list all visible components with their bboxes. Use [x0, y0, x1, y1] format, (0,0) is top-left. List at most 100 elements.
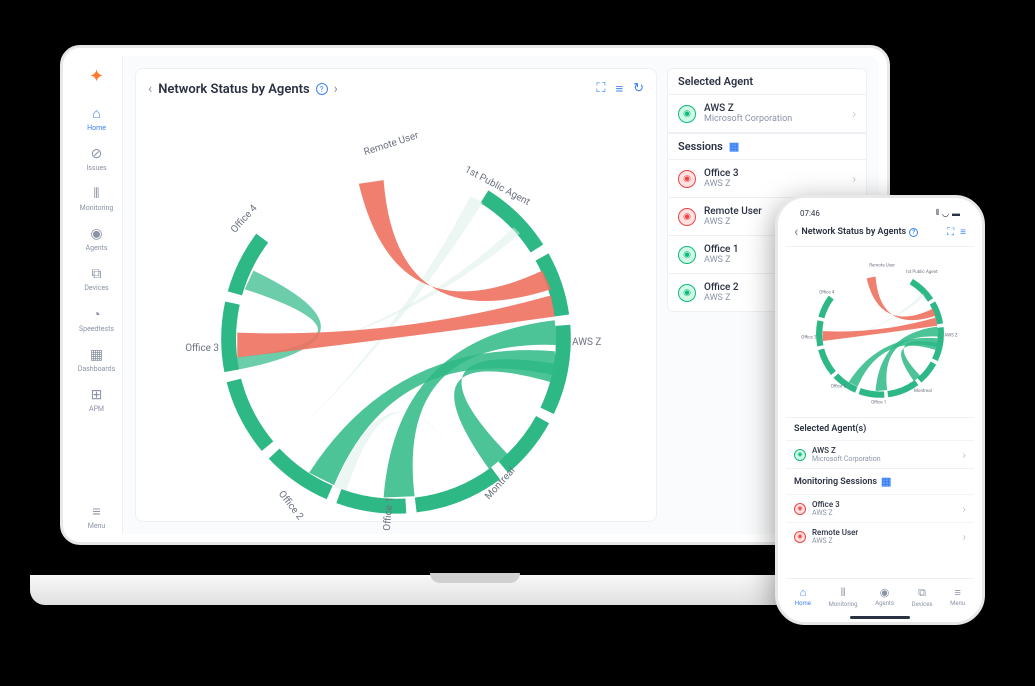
chart-view-icon[interactable]: ▦	[881, 475, 891, 488]
status-dot-icon: ◉	[794, 503, 806, 515]
phone-chord-diagram[interactable]: Remote User 1st Public Agent AWS Z Montr…	[786, 247, 974, 417]
svg-text:Office 1: Office 1	[871, 399, 886, 406]
status-dot-icon: ◉	[678, 284, 696, 302]
nav-monitoring[interactable]: ⫴Monitoring	[829, 586, 858, 608]
agent-name: AWS Z	[704, 103, 844, 114]
sidebar-item-issues[interactable]: ⊘Issues	[71, 142, 122, 176]
agent-sub: Microsoft Corporation	[704, 114, 844, 124]
phone-bottom-nav: ⌂Home ⫴Monitoring ◉Agents ⧉Devices ≡Menu	[786, 578, 974, 614]
devices-icon: ⧉	[918, 586, 926, 600]
filter-icon[interactable]: ≡	[616, 81, 624, 97]
chart-title: Network Status by Agents	[158, 82, 309, 97]
agents-icon: ◉	[90, 226, 102, 242]
sidebar-item-speedtests[interactable]: ◔Speedtests	[71, 302, 122, 337]
phone-frame: 07:46 ⫴ ◡ ▬ ‹ Network Status by Agents ?…	[775, 195, 985, 625]
svg-text:Remote User: Remote User	[869, 263, 895, 269]
chevron-right-icon: ›	[962, 530, 966, 544]
session-card[interactable]: ◉ Office 3AWS Z ›	[667, 160, 867, 198]
phone-content: ‹ Network Status by Agents ? ⛶ ≡ R	[786, 218, 974, 576]
issues-icon: ⊘	[91, 146, 103, 162]
monitoring-icon: ⫴	[841, 586, 846, 600]
info-icon[interactable]: ?	[909, 228, 918, 237]
sidebar-item-menu[interactable]: ≡Menu	[71, 499, 122, 534]
refresh-icon[interactable]: ↻	[633, 81, 644, 97]
svg-text:1st Public Agent: 1st Public Agent	[905, 269, 938, 275]
nav-menu[interactable]: ≡Menu	[950, 586, 965, 607]
status-dot-icon: ◉	[678, 246, 696, 264]
status-dot-icon: ◉	[678, 105, 696, 123]
laptop-screen: ✦ ⌂Home ⊘Issues ⫴Monitoring ◉Agents ⧉Dev…	[60, 45, 890, 545]
home-icon: ⌂	[800, 586, 807, 599]
signal-icon: ⫴	[936, 208, 939, 218]
selected-agents-header: Selected Agent(s)	[786, 418, 974, 440]
laptop-notch	[430, 573, 520, 583]
chevron-right-icon: ›	[962, 502, 966, 516]
sidebar-item-devices[interactable]: ⧉Devices	[71, 262, 122, 296]
svg-text:Office 3: Office 3	[801, 333, 817, 340]
session-row[interactable]: ◉ Remote UserAWS Z ›	[786, 522, 974, 550]
status-dot-icon: ◉	[678, 208, 696, 226]
phone-notch	[845, 202, 915, 216]
speedtest-icon: ◔	[92, 306, 100, 323]
app-logo: ✦	[89, 66, 104, 87]
sessions-header: Sessions ▦	[667, 133, 867, 160]
filter-icon[interactable]: ≡	[960, 227, 966, 238]
nav-devices[interactable]: ⧉Devices	[912, 586, 933, 608]
prev-chart-button[interactable]: ‹	[148, 81, 152, 97]
agents-icon: ◉	[880, 586, 890, 599]
node-label: Office 2	[276, 489, 306, 523]
chevron-right-icon: ›	[852, 107, 856, 121]
status-time: 07:46	[800, 209, 820, 218]
chart-panel: ‹ Network Status by Agents ? › ⛶ ≡ ↻	[135, 68, 657, 522]
sidebar-item-home[interactable]: ⌂Home	[71, 101, 122, 136]
monitoring-icon: ⫴	[94, 186, 100, 202]
phone-header: ‹ Network Status by Agents ? ⛶ ≡	[786, 218, 974, 247]
wifi-icon: ◡	[942, 209, 949, 218]
chart-header: ‹ Network Status by Agents ? › ⛶ ≡ ↻	[148, 81, 644, 97]
sidebar: ✦ ⌂Home ⊘Issues ⫴Monitoring ◉Agents ⧉Dev…	[71, 56, 123, 534]
home-icon: ⌂	[92, 105, 100, 122]
apm-icon: ⊞	[91, 387, 103, 403]
nav-home[interactable]: ⌂Home	[795, 586, 811, 607]
node-label: AWS Z	[572, 337, 601, 348]
home-indicator	[850, 616, 910, 619]
status-dot-icon: ◉	[794, 449, 806, 461]
session-row[interactable]: ◉ Office 3AWS Z ›	[786, 494, 974, 522]
prev-chart-button[interactable]: ‹	[794, 224, 798, 240]
status-dot-icon: ◉	[794, 531, 806, 543]
sidebar-item-dashboards[interactable]: ▦Dashboards	[71, 343, 122, 377]
selected-agent-header: Selected Agent	[667, 68, 867, 95]
svg-text:Office 4: Office 4	[819, 289, 835, 296]
node-label: Remote User	[363, 130, 421, 158]
node-label: Office 3	[185, 343, 219, 354]
info-icon[interactable]: ?	[316, 83, 328, 95]
chord-diagram[interactable]: Remote User 1st Public Agent AWS Z Montr…	[148, 97, 644, 534]
battery-icon: ▬	[952, 209, 960, 218]
laptop-frame: ✦ ⌂Home ⊘Issues ⫴Monitoring ◉Agents ⧉Dev…	[60, 45, 890, 605]
status-dot-icon: ◉	[678, 170, 696, 188]
nav-agents[interactable]: ◉Agents	[875, 586, 894, 607]
selected-agent-card[interactable]: ◉ AWS Z Microsoft Corporation ›	[667, 95, 867, 133]
chart-view-icon[interactable]: ▦	[729, 140, 739, 153]
app-window: ✦ ⌂Home ⊘Issues ⫴Monitoring ◉Agents ⧉Dev…	[71, 56, 879, 534]
devices-icon: ⧉	[92, 266, 102, 282]
sidebar-item-agents[interactable]: ◉Agents	[71, 222, 122, 256]
chevron-right-icon: ›	[962, 448, 966, 462]
sidebar-item-apm[interactable]: ⊞APM	[71, 383, 122, 417]
expand-icon[interactable]: ⛶	[596, 81, 605, 97]
svg-text:AWS Z: AWS Z	[944, 332, 957, 338]
sidebar-item-monitoring[interactable]: ⫴Monitoring	[71, 182, 122, 216]
next-chart-button[interactable]: ›	[334, 81, 338, 97]
svg-text:Montreal: Montreal	[914, 388, 932, 394]
phone-monitoring-sessions: Monitoring Sessions ▦ ◉ Office 3AWS Z › …	[786, 468, 974, 550]
menu-icon: ≡	[92, 503, 100, 520]
dashboard-icon: ▦	[90, 347, 103, 363]
chevron-right-icon: ›	[852, 172, 856, 186]
node-label: Office 4	[229, 203, 260, 236]
main-content: ‹ Network Status by Agents ? › ⛶ ≡ ↻	[123, 56, 879, 534]
menu-icon: ≡	[954, 586, 960, 599]
node-label: Office 1	[382, 497, 396, 532]
phone-selected-agents: Selected Agent(s) ◉ AWS ZMicrosoft Corpo…	[786, 417, 974, 468]
expand-icon[interactable]: ⛶	[947, 227, 954, 238]
agent-row[interactable]: ◉ AWS ZMicrosoft Corporation ›	[786, 440, 974, 468]
